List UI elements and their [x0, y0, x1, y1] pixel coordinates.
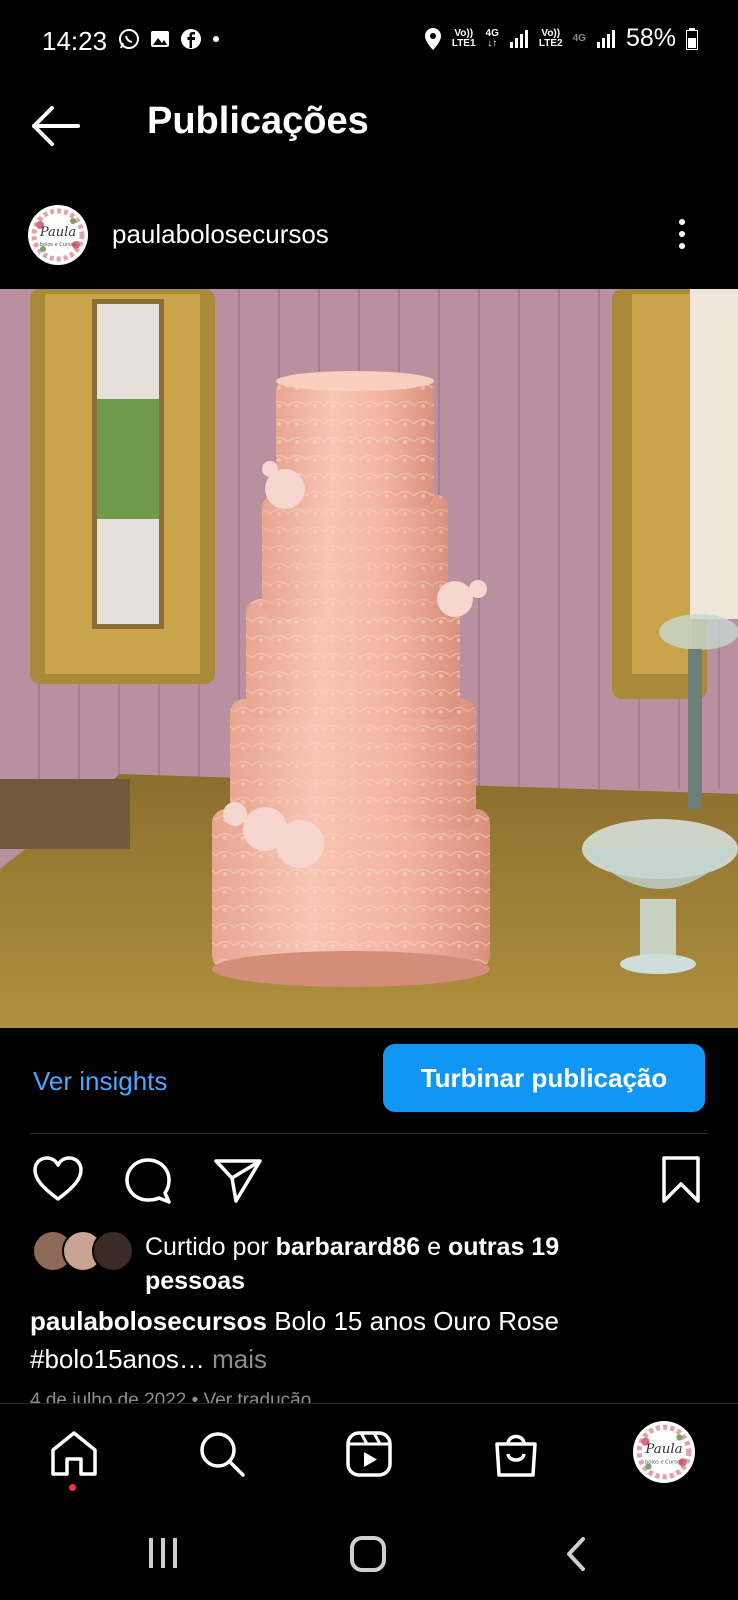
shop-icon[interactable] — [490, 1428, 542, 1480]
caption-more-link[interactable]: mais — [205, 1344, 267, 1374]
post-photo[interactable] — [0, 289, 738, 1028]
sim1-label: Vo)) LTE1 — [451, 27, 476, 49]
share-icon[interactable] — [212, 1154, 264, 1206]
back-arrow-icon[interactable] — [30, 104, 82, 148]
signal-icon — [596, 29, 615, 48]
post-caption: paulabolosecursos Bolo 15 anos Ouro Rose… — [30, 1302, 720, 1378]
search-icon[interactable] — [196, 1428, 248, 1480]
home-button-icon[interactable] — [349, 1535, 387, 1573]
sim1-network: 4G ↓↑ — [485, 27, 499, 49]
whatsapp-icon — [119, 29, 139, 49]
page-title: Publicações — [147, 100, 369, 142]
system-navigation-bar — [0, 1513, 738, 1600]
svg-text:bolos e Cursos: bolos e Cursos — [40, 242, 77, 248]
boost-post-button[interactable]: Turbinar publicação — [383, 1044, 705, 1112]
caption-hashtag[interactable]: #bolo15anos… — [30, 1344, 205, 1374]
post-username[interactable]: paulabolosecursos — [112, 219, 329, 250]
svg-text:Paula: Paula — [39, 225, 76, 240]
battery-icon — [686, 27, 698, 50]
status-time: 14:23 — [42, 26, 108, 56]
view-insights-link[interactable]: Ver insights — [33, 1066, 167, 1097]
svg-text:bolos e Cursos: bolos e Cursos — [645, 1459, 683, 1465]
caption-username[interactable]: paulabolosecursos — [30, 1306, 267, 1336]
status-right-group: Vo)) LTE1 4G ↓↑ Vo)) LTE2 4G 58% — [424, 24, 698, 53]
liker-avatars[interactable] — [32, 1230, 134, 1272]
back-button-icon[interactable] — [563, 1535, 589, 1573]
location-icon — [424, 27, 441, 50]
reels-icon[interactable] — [343, 1428, 395, 1480]
battery-percent: 58% — [625, 24, 676, 52]
sim2-label: Vo)) LTE2 — [538, 27, 563, 49]
avatar-logo: Paula bolos e Cursos — [634, 1422, 694, 1482]
bookmark-icon[interactable] — [655, 1154, 707, 1206]
profile-tab-avatar[interactable]: Paula bolos e Cursos — [633, 1421, 695, 1483]
signal-icon — [509, 29, 528, 48]
gallery-icon — [151, 31, 169, 47]
sim2-network: 4G — [572, 32, 586, 44]
more-options-icon[interactable] — [675, 216, 689, 252]
profile-avatar[interactable]: Paula bolos e Cursos — [28, 205, 88, 265]
cake-photo-illustration — [0, 289, 738, 1028]
post-date: 4 de julho de 2022 • Ver tradução — [30, 1390, 312, 1403]
liker-avatar — [92, 1230, 134, 1272]
notification-icons — [118, 28, 221, 50]
comment-icon[interactable] — [122, 1154, 174, 1206]
home-icon[interactable] — [48, 1428, 100, 1480]
caption-text: Bolo 15 anos Ouro Rose — [266, 1306, 559, 1336]
avatar-logo: Paula bolos e Cursos — [29, 206, 87, 264]
dot-icon — [213, 36, 219, 42]
likes-summary[interactable]: Curtido por barbarard86 e outras 19 pess… — [145, 1230, 725, 1298]
heart-icon[interactable] — [32, 1154, 84, 1206]
liker-username: barbarard86 — [275, 1233, 421, 1261]
home-notification-dot — [69, 1484, 76, 1491]
divider — [30, 1133, 708, 1134]
svg-text:Paula: Paula — [644, 1442, 682, 1457]
bottom-nav: Paula bolos e Cursos — [0, 1403, 738, 1514]
facebook-icon — [181, 29, 201, 49]
recent-apps-icon[interactable] — [145, 1535, 181, 1571]
